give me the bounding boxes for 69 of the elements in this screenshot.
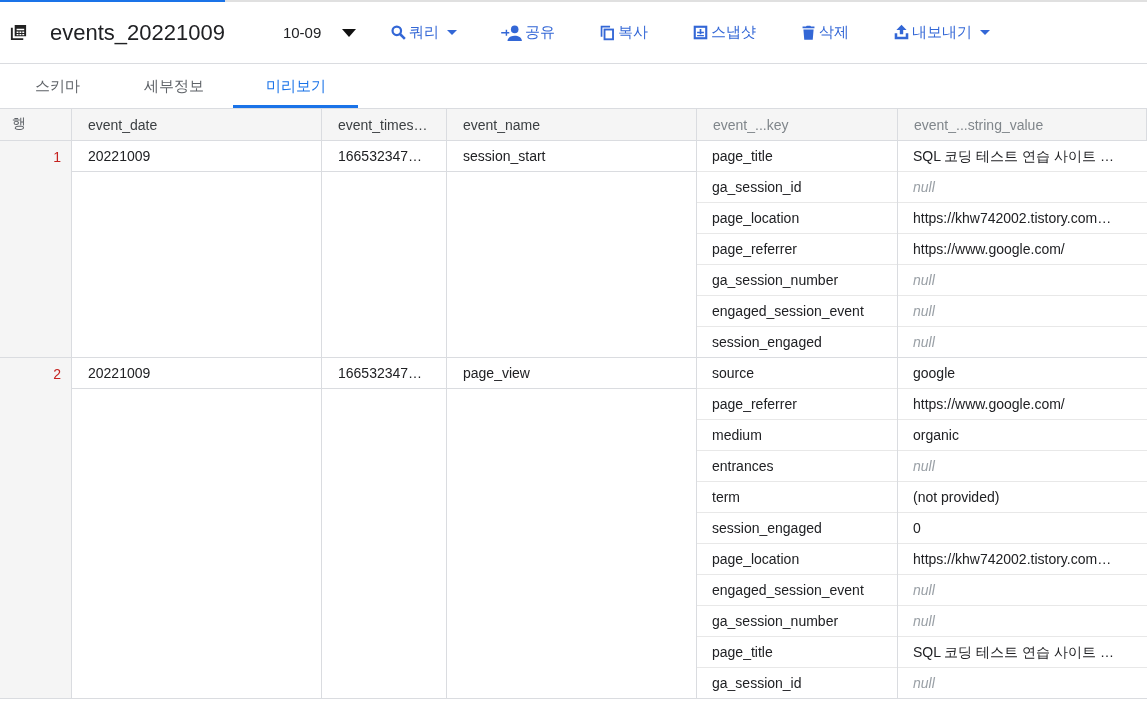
copy-button[interactable]: 복사 (593, 19, 655, 46)
table-cell: page_referrer (697, 234, 897, 265)
table-cell-text: ga_session_id (711, 674, 803, 693)
query-button[interactable]: 쿼리 (384, 19, 464, 46)
row-number: 1 (53, 149, 61, 165)
table-cell: term (697, 482, 897, 513)
table-cell: ga_session_number (697, 606, 897, 637)
table-title: events_20221009 (50, 19, 225, 46)
table-cell: page_title (697, 141, 897, 172)
add-person-icon (501, 23, 524, 42)
table-cell: null (898, 606, 1147, 637)
table-cell: 20221009 (72, 141, 321, 172)
table-cell: page_referrer (697, 389, 897, 420)
table-cell: ga_session_number (697, 265, 897, 296)
caret-icon (447, 30, 458, 35)
caret-icon (980, 30, 991, 35)
table-cell: session_engaged (697, 513, 897, 544)
table-cell: organic (898, 420, 1147, 451)
table-cell: engaged_session_event (697, 296, 897, 327)
column-header: event_...string_value (898, 109, 1147, 140)
table-cell-text: null (912, 333, 936, 352)
column-header: event_date (72, 109, 322, 140)
table-cell: 166532347… (322, 141, 446, 172)
table-cell: https://www.google.com/ (898, 234, 1147, 265)
tab[interactable]: 스키마 (0, 64, 115, 108)
export-button[interactable]: 내보내기 (887, 19, 997, 46)
table-cell: 0 (898, 513, 1147, 544)
column-header: 행 (0, 109, 72, 140)
table-cell: entrances (697, 451, 897, 482)
table-cell: engaged_session_event (697, 575, 897, 606)
table-cell-text: null (912, 674, 936, 693)
table-cell: https://khw742002.tistory.com… (898, 544, 1147, 575)
table-cell: page_location (697, 203, 897, 234)
partition-label: 10-09 (282, 24, 322, 41)
tab[interactable]: 세부정보 (115, 64, 233, 108)
table-cell: 166532347… (322, 358, 446, 389)
table-cell: https://www.google.com/ (898, 389, 1147, 420)
share-button[interactable]: 공유 (495, 19, 562, 46)
table-cell: ga_session_id (697, 172, 897, 203)
copy-icon (599, 24, 617, 41)
table-cell: source (697, 358, 897, 389)
table-cell-text: session_engaged (711, 333, 823, 352)
table-cell: null (898, 265, 1147, 296)
table-cell: null (898, 172, 1147, 203)
table-cell: SQL 코딩 테스트 연습 사이트 … (898, 141, 1147, 172)
table-icon (9, 23, 28, 42)
snapshot-button[interactable]: 스냅샷 (686, 19, 763, 46)
delete-button[interactable]: 삭제 (794, 19, 856, 46)
table-cell: session_start (447, 141, 696, 172)
table-cell: page_title (697, 637, 897, 668)
table-cell: null (898, 451, 1147, 482)
upload-icon (893, 24, 911, 41)
table-cell: 20221009 (72, 358, 321, 389)
plus-box-icon (692, 24, 710, 41)
table-cell: null (898, 296, 1147, 327)
table-cell: medium (697, 420, 897, 451)
search-icon (390, 24, 408, 41)
column-header: event_...key (697, 109, 898, 140)
table-cell: null (898, 575, 1147, 606)
row-number: 2 (53, 366, 61, 382)
table-cell: google (898, 358, 1147, 389)
column-header: event_times… (322, 109, 447, 140)
table-cell: SQL 코딩 테스트 연습 사이트 … (898, 637, 1147, 668)
table-cell: page_location (697, 544, 897, 575)
dropdown-caret-icon[interactable] (342, 28, 357, 37)
table-cell: https://khw742002.tistory.com… (898, 203, 1147, 234)
table-cell: page_view (447, 358, 696, 389)
column-header: event_name (447, 109, 697, 140)
table-cell: (not provided) (898, 482, 1147, 513)
